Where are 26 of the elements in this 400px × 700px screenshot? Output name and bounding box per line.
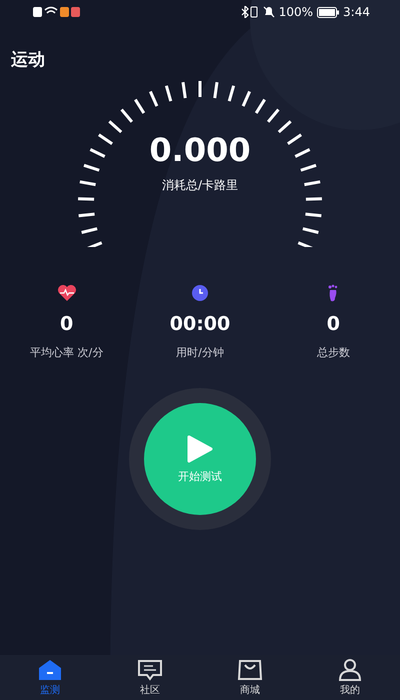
clock-icon (192, 285, 208, 301)
calorie-value: 0.000 (149, 131, 251, 169)
tab-item[interactable]: 我的 (300, 655, 400, 700)
status-time: 3:44 (343, 5, 370, 19)
tab-item[interactable]: 社区 (100, 655, 200, 700)
home-icon (38, 658, 62, 680)
message-icon (137, 658, 163, 680)
page-title: 运动 (11, 49, 46, 71)
stat-value: 0 (60, 313, 74, 335)
user-icon (338, 658, 362, 680)
bluetooth-icon (240, 6, 259, 18)
calorie-unit: 消耗总/卡路里 (162, 177, 238, 194)
battery-percentage: 100% (278, 5, 314, 19)
footprint-icon (327, 284, 340, 302)
mute-icon (262, 6, 275, 18)
stat-value: 00:00 (170, 313, 230, 335)
battery-icon (317, 6, 340, 18)
stat-label: 总步数 (316, 345, 350, 360)
stat-label: 用时/分钟 (176, 345, 224, 360)
tab-item[interactable]: 商城 (200, 655, 300, 700)
stat-label: 平均心率 次/分 (30, 345, 104, 360)
shopping-bag-icon (237, 658, 263, 680)
play-icon (187, 434, 213, 462)
heart-icon (56, 285, 77, 301)
tab-item[interactable]: 监测 (0, 655, 100, 700)
stat-value: 0 (326, 313, 340, 335)
